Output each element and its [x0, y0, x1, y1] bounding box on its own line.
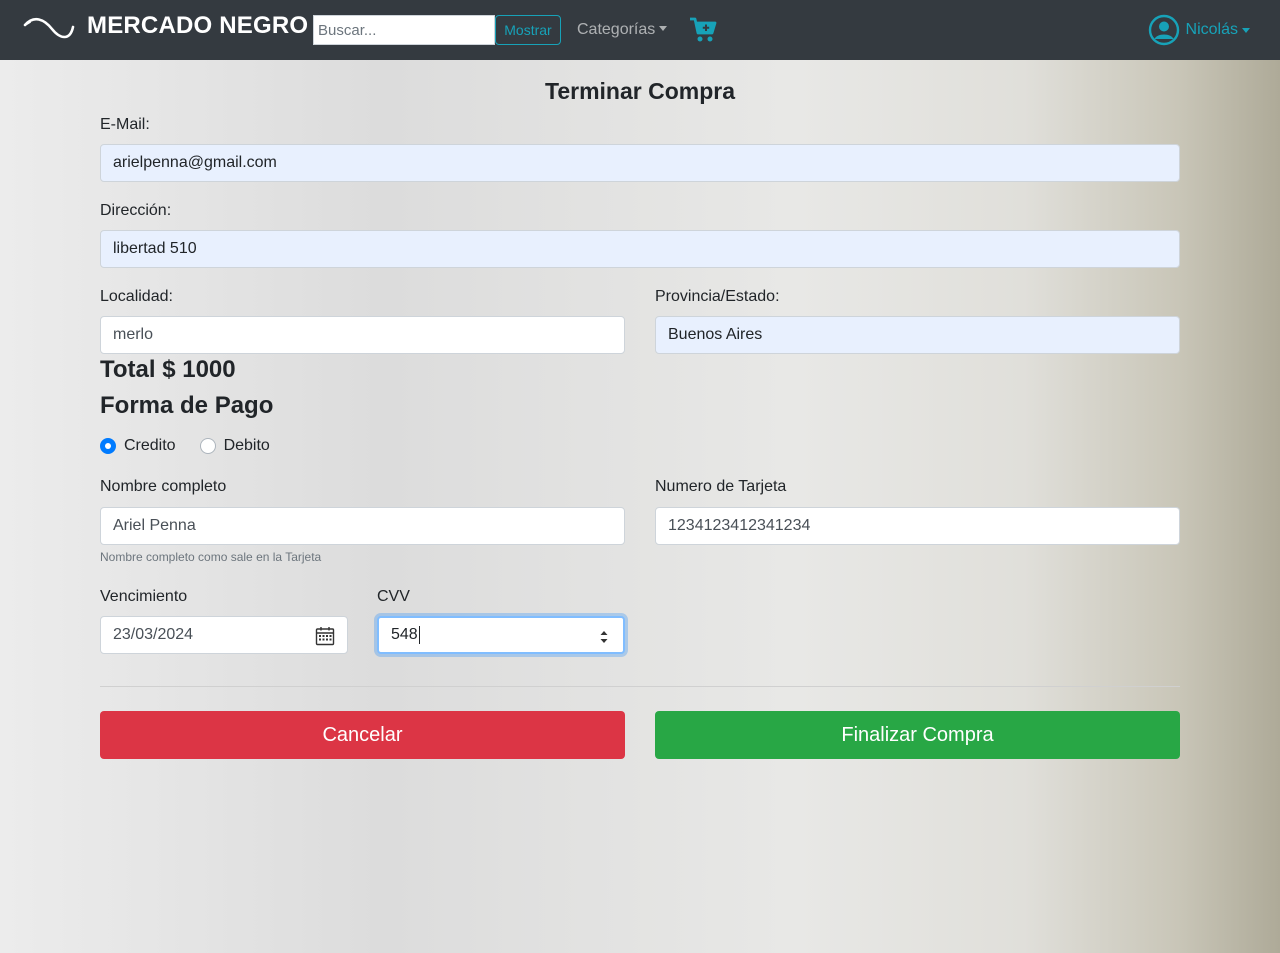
- address-label: Dirección:: [100, 202, 172, 219]
- card-number-field[interactable]: 1234123412341234: [655, 507, 1180, 545]
- expiry-label: Vencimiento: [100, 588, 188, 605]
- province-field[interactable]: Buenos Aires: [655, 316, 1180, 354]
- user-menu[interactable]: Nicolás: [1148, 14, 1250, 46]
- card-number-label: Numero de Tarjeta: [655, 478, 787, 495]
- chevron-down-icon: [659, 26, 668, 31]
- chevron-down-icon: [1242, 27, 1250, 33]
- email-field[interactable]: arielpenna@gmail.com: [100, 144, 1180, 182]
- debit-radio-label[interactable]: Debito: [224, 437, 270, 455]
- user-name: Nicolás: [1185, 21, 1238, 38]
- payment-heading: Forma de Pago: [100, 392, 274, 419]
- search-input[interactable]: [313, 15, 495, 45]
- payment-options: Credito Debito: [100, 437, 270, 455]
- debit-radio[interactable]: [199, 438, 216, 454]
- cvv-value: 548: [391, 626, 420, 644]
- finish-purchase-button[interactable]: Finalizar Compra: [655, 711, 1180, 759]
- fullname-field[interactable]: Ariel Penna: [100, 507, 625, 545]
- cvv-label: CVV: [377, 588, 410, 605]
- credit-radio-label[interactable]: Credito: [124, 437, 176, 455]
- search-button[interactable]: Mostrar: [495, 15, 561, 45]
- expiry-date-field[interactable]: 23/03/2024: [100, 616, 348, 654]
- categories-label: Categorías: [577, 21, 656, 38]
- calendar-icon[interactable]: [315, 626, 335, 646]
- navbar: MERCADO NEGRO Mostrar Categorías Nicolás: [0, 0, 1280, 60]
- email-label: E-Mail:: [100, 116, 150, 133]
- total-amount: Total $ 1000: [100, 356, 236, 383]
- city-field[interactable]: merlo: [100, 316, 625, 354]
- divider: [100, 686, 1180, 687]
- whip-logo-icon[interactable]: [22, 13, 76, 45]
- fullname-help-text: Nombre completo como sale en la Tarjeta: [100, 550, 322, 564]
- fullname-label: Nombre completo: [100, 478, 227, 495]
- cart-plus-icon[interactable]: [689, 17, 717, 43]
- user-circle-icon: [1148, 14, 1179, 46]
- page-title: Terminar Compra: [544, 78, 735, 104]
- province-label: Provincia/Estado:: [655, 288, 780, 305]
- address-field[interactable]: libertad 510: [100, 230, 1180, 268]
- number-spinner-icon[interactable]: [599, 628, 609, 646]
- cancel-button[interactable]: Cancelar: [100, 711, 625, 759]
- brand-name[interactable]: MERCADO NEGRO: [87, 12, 308, 40]
- cvv-field[interactable]: 548: [377, 616, 625, 654]
- expiry-date-value: 23/03/2024: [113, 626, 194, 643]
- city-label: Localidad:: [100, 288, 173, 305]
- categories-dropdown[interactable]: Categorías: [577, 21, 668, 39]
- credit-radio[interactable]: [100, 438, 116, 454]
